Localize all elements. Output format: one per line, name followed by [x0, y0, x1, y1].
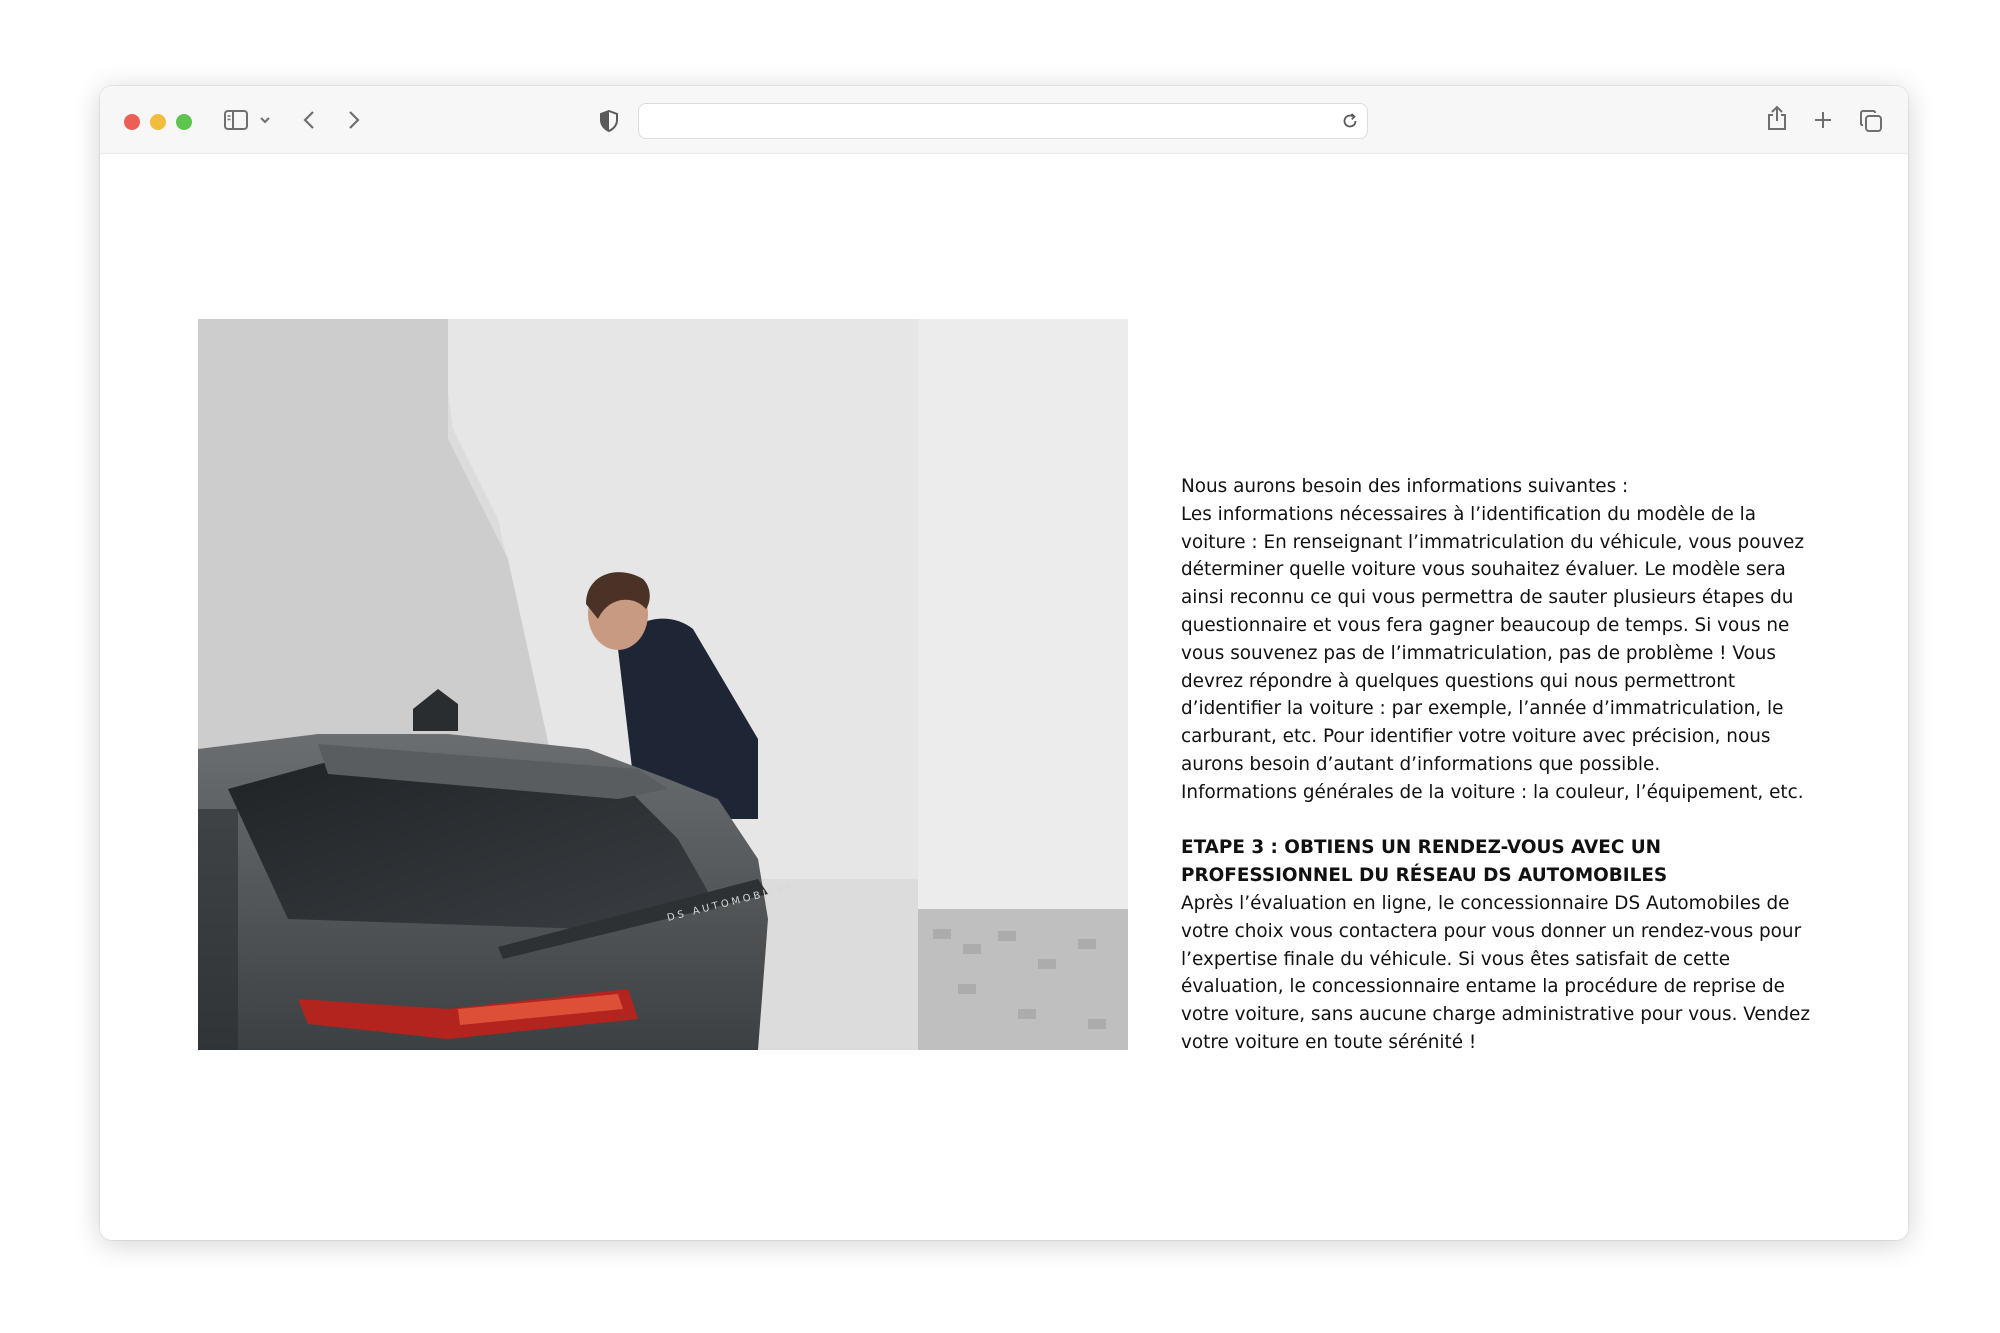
- article-intro: Nous aurons besoin des informations suiv…: [1181, 476, 1629, 497]
- close-window-button[interactable]: [124, 114, 140, 130]
- step-3-heading: ETAPE 3 : OBTIENS UN RENDEZ-VOUS AVEC UN…: [1181, 837, 1668, 887]
- zoom-window-button[interactable]: [176, 114, 192, 130]
- hero-photo: DS AUTOMOBILES: [198, 319, 1128, 1050]
- reload-icon[interactable]: [1339, 110, 1361, 132]
- minimize-window-button[interactable]: [150, 114, 166, 130]
- browser-window: DS AUTOMOBILES Nous aurons besoin des in…: [100, 86, 1908, 1240]
- article-paragraph-2: Informations générales de la voiture : l…: [1181, 781, 1804, 803]
- share-icon[interactable]: [1765, 103, 1789, 133]
- article-text: Nous aurons besoin des informations suiv…: [1181, 473, 1821, 1057]
- chevron-down-icon[interactable]: [258, 114, 272, 126]
- chevron-right-icon[interactable]: [345, 108, 363, 132]
- address-bar[interactable]: [638, 103, 1368, 139]
- chevron-left-icon[interactable]: [300, 108, 318, 132]
- article-paragraph-1: Les informations nécessaires à l’identif…: [1181, 503, 1804, 775]
- page-content: DS AUTOMOBILES Nous aurons besoin des in…: [100, 154, 1908, 1240]
- shield-icon[interactable]: [598, 109, 620, 133]
- browser-toolbar: [100, 86, 1908, 154]
- plus-icon[interactable]: [1811, 108, 1835, 132]
- tabs-icon[interactable]: [1858, 108, 1884, 134]
- sidebar-icon[interactable]: [222, 108, 250, 132]
- car-and-man-illustration: DS AUTOMOBILES: [198, 319, 1128, 1050]
- article-paragraph-3: Après l’évaluation en ligne, le concessi…: [1181, 892, 1811, 1053]
